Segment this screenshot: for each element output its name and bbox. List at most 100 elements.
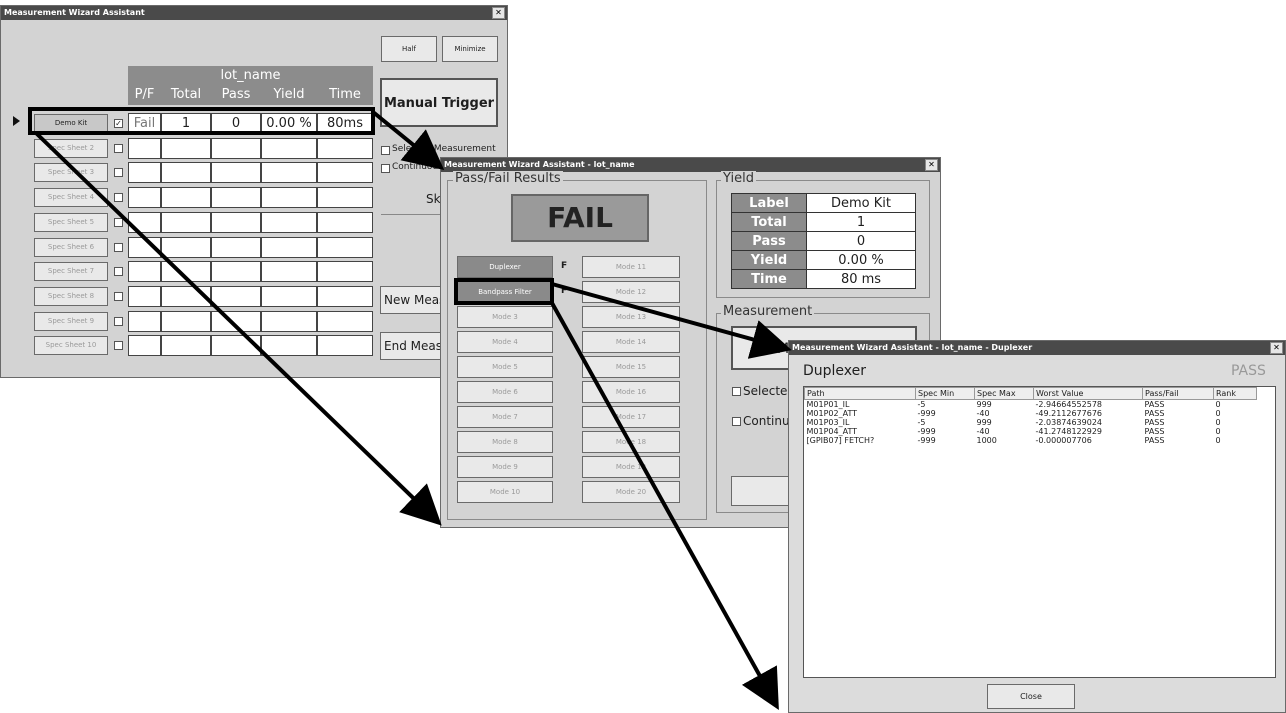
results-column-header[interactable]: Spec Min (915, 387, 975, 400)
results-cell-max: 999 (976, 400, 992, 409)
detail-window-close-icon[interactable]: ✕ (1270, 342, 1283, 354)
row-cell-pass (211, 137, 261, 159)
lot-window-close-icon[interactable]: ✕ (925, 159, 938, 171)
mode-button[interactable]: Mode 4 (457, 331, 553, 353)
row-checkbox[interactable] (114, 341, 123, 351)
table-row[interactable]: M01P03_IL -5 999 -2.03874639024 PASS 0 (805, 418, 1257, 427)
mode-button[interactable]: Mode 18 (582, 431, 680, 453)
yield-row-label: Total (731, 212, 807, 232)
column-header: Yield (261, 85, 317, 105)
row-checkbox[interactable] (114, 143, 123, 153)
mode-button[interactable]: Mode 5 (457, 356, 553, 378)
minimize-button[interactable]: Minimize (442, 36, 498, 62)
row-checkbox[interactable] (114, 291, 123, 301)
lot-continuous-checkbox[interactable] (732, 417, 741, 426)
results-list[interactable]: Path Spec Min Spec Max Worst Value Pass/Fail… (803, 386, 1276, 678)
row-checkbox[interactable]: ✓ (114, 119, 123, 128)
yield-row: Time 80 ms (731, 269, 916, 289)
row-cell-total (161, 187, 211, 209)
continuous-checkbox[interactable] (381, 164, 390, 173)
spec-sheet-button[interactable]: Spec Sheet 3 (34, 163, 108, 183)
half-button[interactable]: Half (381, 36, 437, 62)
mode-button[interactable]: Mode 14 (582, 331, 680, 353)
mode-button[interactable]: Mode 3 (457, 306, 553, 328)
column-header: P/F (128, 85, 161, 105)
results-cell-max: -40 (976, 427, 990, 436)
row-checkbox[interactable] (114, 217, 123, 227)
spec-sheet-button[interactable]: Spec Sheet 4 (34, 188, 108, 208)
selected-measurement-label: Selected Measurement (392, 144, 496, 154)
row-cell-pf (128, 335, 161, 357)
lot-selected-checkbox[interactable] (732, 387, 741, 396)
row-cell-time: 80ms (317, 113, 373, 134)
results-cell-pf: PASS (1144, 427, 1165, 436)
row-cell-pf (128, 211, 161, 233)
mode-button[interactable]: Mode 13 (582, 306, 680, 328)
row-cell-total (161, 162, 211, 184)
yield-row: Pass 0 (731, 231, 916, 251)
row-checkbox[interactable] (114, 242, 123, 252)
mode-button[interactable]: Duplexer (457, 256, 553, 278)
results-column-header[interactable]: Rank (1213, 387, 1257, 400)
row-checkbox[interactable] (114, 168, 123, 178)
results-column-header[interactable]: Spec Max (974, 387, 1034, 400)
mode-button[interactable]: Bandpass Filter (457, 281, 553, 303)
row-cell-time (317, 137, 373, 159)
measurement-group-label: Measurement (721, 304, 815, 319)
main-window-close-icon[interactable]: ✕ (492, 7, 505, 19)
row-cell-pf (128, 261, 161, 283)
mode-button[interactable]: Mode 8 (457, 431, 553, 453)
row-checkbox[interactable] (114, 267, 123, 277)
spec-sheet-button[interactable]: Demo Kit (34, 114, 108, 133)
yield-row-value: 1 (806, 212, 916, 232)
results-cell-min: -999 (917, 409, 936, 418)
mode-button[interactable]: Mode 10 (457, 481, 553, 503)
mode-button[interactable]: Mode 17 (582, 406, 680, 428)
results-cell-worst: -2.94664552578 (1035, 400, 1103, 409)
spec-sheet-button[interactable]: Spec Sheet 7 (34, 262, 108, 282)
row-cell-pf (128, 236, 161, 258)
selected-measurement-checkbox[interactable] (381, 146, 390, 155)
mode-button[interactable]: Mode 6 (457, 381, 553, 403)
close-button[interactable]: Close (987, 684, 1075, 709)
mode-button[interactable]: Mode 20 (582, 481, 680, 503)
mode-button[interactable]: Mode 19 (582, 456, 680, 478)
table-row[interactable]: M01P04_ATT -999 -40 -41.2748122929 PASS 0 (805, 427, 1257, 436)
spec-sheet-button[interactable]: Spec Sheet 10 (34, 336, 108, 356)
results-column-header[interactable]: Path (804, 387, 916, 400)
results-column-header[interactable]: Worst Value (1033, 387, 1143, 400)
row-cell-yield (261, 285, 317, 307)
spec-sheet-button[interactable]: Spec Sheet 8 (34, 286, 108, 306)
row-cell-yield (261, 211, 317, 233)
results-cell-pf: PASS (1144, 418, 1165, 427)
results-cell-rank: 0 (1215, 418, 1221, 427)
spec-sheet-button[interactable]: Spec Sheet 2 (34, 138, 108, 158)
mode-button[interactable]: Mode 12 (582, 281, 680, 303)
yield-table: Label Demo Kit Total 1 Pass 0 Yield 0.00 % Time 8… (731, 193, 916, 289)
table-row[interactable]: [GPIB07] FETCH? -999 1000 -0.000007706 PASS 0 (805, 436, 1257, 445)
results-cell-worst: -0.000007706 (1035, 436, 1092, 445)
mode-button[interactable]: Mode 9 (457, 456, 553, 478)
yield-group-label: Yield (721, 171, 756, 186)
mode-button[interactable]: Mode 15 (582, 356, 680, 378)
row-checkbox[interactable] (114, 316, 123, 326)
row-cell-total (161, 137, 211, 159)
yield-row-label: Time (731, 269, 807, 289)
results-cell-rank: 0 (1215, 436, 1221, 445)
results-column-header[interactable]: Pass/Fail (1142, 387, 1214, 400)
row-cell-yield (261, 187, 317, 209)
mode-button[interactable]: Mode 11 (582, 256, 680, 278)
table-row[interactable]: M01P02_ATT -999 -40 -49.2112677676 PASS 0 (805, 409, 1257, 418)
lot-window-titlebar: Measurement Wizard Assistant - lot_name … (441, 158, 940, 172)
mode-button[interactable]: Mode 7 (457, 406, 553, 428)
table-row[interactable]: M01P01_IL -5 999 -2.94664552578 PASS 0 (805, 400, 1257, 410)
mode-button[interactable]: Mode 16 (582, 381, 680, 403)
spec-sheet-button[interactable]: Spec Sheet 6 (34, 237, 108, 257)
row-checkbox[interactable] (114, 193, 123, 203)
row-cell-pf (128, 162, 161, 184)
spec-sheet-button[interactable]: Spec Sheet 9 (34, 311, 108, 331)
spec-sheet-button[interactable]: Spec Sheet 5 (34, 212, 108, 232)
manual-trigger-button[interactable]: Manual Trigger (380, 78, 498, 127)
row-cell-yield (261, 137, 317, 159)
row-cell-time (317, 335, 373, 357)
